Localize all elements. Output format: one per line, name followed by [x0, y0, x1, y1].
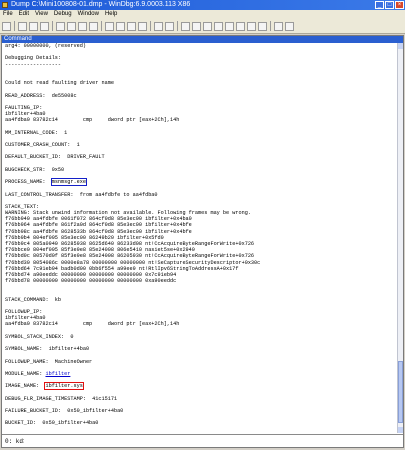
scrollbar-thumb[interactable] [398, 361, 403, 423]
toolbar-divider [101, 21, 102, 31]
command-input[interactable] [24, 437, 400, 445]
font-icon[interactable] [274, 21, 283, 31]
window-title: Dump C:\Mini100808-01.dmp - WinDbg:6.9.0… [11, 1, 191, 8]
command-output[interactable]: arg4: 00000000, (reserved) Debugging Deta… [2, 43, 397, 433]
run-to-cursor-icon[interactable] [138, 21, 147, 31]
command-window: Command arg4: 00000000, (reserved) Debugg… [1, 35, 404, 448]
step-into-icon[interactable] [105, 21, 114, 31]
breakpoint-icon[interactable] [154, 21, 163, 31]
maximize-icon[interactable]: □ [385, 1, 394, 9]
locals-window-icon[interactable] [203, 21, 212, 31]
disassembly-icon[interactable] [247, 21, 256, 31]
toolbar-divider [270, 21, 271, 31]
step-over-icon[interactable] [116, 21, 125, 31]
options-icon[interactable] [285, 21, 294, 31]
registers-window-icon[interactable] [214, 21, 223, 31]
toolbar-divider [14, 21, 15, 31]
scroll-up-icon[interactable] [398, 43, 403, 49]
menu-view[interactable]: View [32, 10, 51, 19]
module-name-link[interactable]: ibfilter [45, 371, 70, 377]
call-stack-icon[interactable] [236, 21, 245, 31]
scroll-down-icon[interactable] [398, 427, 403, 433]
command-input-bar: 0: kd> [2, 434, 403, 447]
restart-icon[interactable] [67, 21, 76, 31]
open-icon[interactable] [2, 21, 11, 31]
paste-icon[interactable] [40, 21, 49, 31]
toolbar [0, 19, 405, 34]
command-window-icon[interactable] [181, 21, 190, 31]
menu-window[interactable]: Window [75, 10, 102, 19]
image-name-label: IMAGE_NAME: [5, 383, 46, 390]
step-out-icon[interactable] [127, 21, 136, 31]
process-name-label: PROCESS_NAME: [5, 179, 52, 186]
menu-help[interactable]: Help [102, 10, 120, 19]
memory-window-icon[interactable] [225, 21, 234, 31]
toolbar-divider [177, 21, 178, 31]
image-name-highlight: ibfilter.sys [43, 381, 85, 391]
minimize-icon[interactable]: _ [375, 1, 384, 9]
toolbar-divider [52, 21, 53, 31]
copy-icon[interactable] [29, 21, 38, 31]
title-bar: Dump C:\Mini100808-01.dmp - WinDbg:6.9.0… [0, 0, 405, 10]
command-window-title: Command [2, 36, 403, 43]
process-name-highlight: msnmsgr.exe [50, 177, 88, 187]
windbg-app-icon [2, 2, 8, 8]
toolbar-divider [150, 21, 151, 31]
close-icon[interactable]: × [395, 1, 404, 9]
scratch-pad-icon[interactable] [258, 21, 267, 31]
go-icon[interactable] [56, 21, 65, 31]
menu-debug[interactable]: Debug [51, 10, 75, 19]
window-controls: _ □ × [375, 1, 404, 9]
break-icon[interactable] [89, 21, 98, 31]
menu-file[interactable]: File [0, 10, 16, 19]
watch-window-icon[interactable] [192, 21, 201, 31]
menu-bar: File Edit View Debug Window Help [0, 10, 405, 19]
menu-edit[interactable]: Edit [16, 10, 32, 19]
source-mode-icon[interactable] [165, 21, 174, 31]
cut-icon[interactable] [18, 21, 27, 31]
stop-icon[interactable] [78, 21, 87, 31]
vertical-scrollbar[interactable] [397, 43, 403, 433]
module-name-label: MODULE_NAME: [5, 370, 46, 377]
